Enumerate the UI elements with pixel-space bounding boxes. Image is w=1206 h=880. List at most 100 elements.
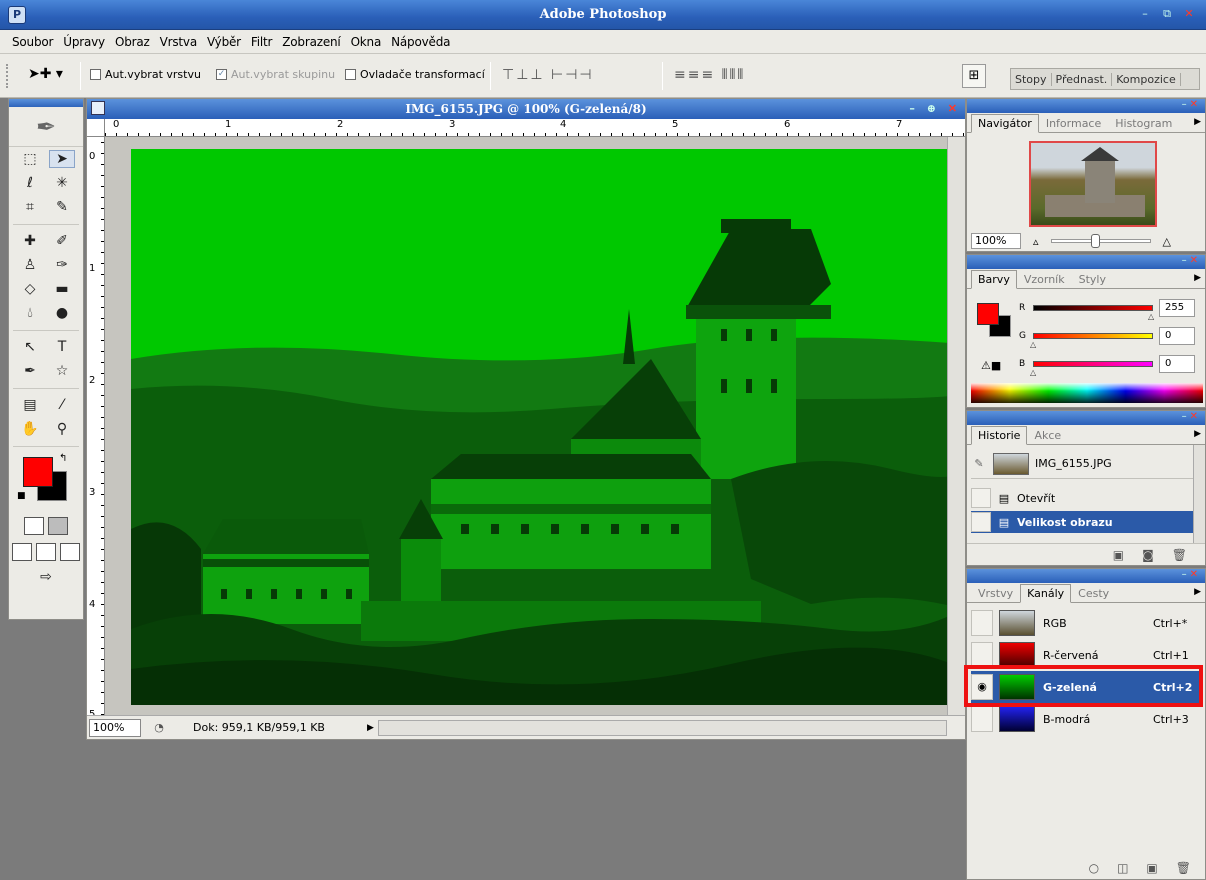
navigator-thumbnail[interactable] (1029, 141, 1157, 227)
new-snapshot-icon[interactable]: ◙ (1142, 548, 1154, 562)
tab-vzornik[interactable]: Vzorník (1017, 270, 1072, 288)
gamut-warning-icon[interactable]: ⚠■ (981, 359, 1001, 372)
tab-navigator[interactable]: Navigátor (971, 114, 1039, 133)
history-state[interactable]: ▤ Otevřít (971, 487, 1199, 509)
shape-tool-icon[interactable]: ☆ (49, 363, 75, 379)
panel-header[interactable]: –✕ (967, 255, 1205, 269)
eyedropper-tool-icon[interactable]: ⁄ (49, 397, 75, 413)
delete-channel-icon[interactable]: 🗑︎ (1176, 861, 1191, 875)
canvas-area[interactable] (105, 137, 963, 715)
panel-minimize-icon[interactable]: – (1182, 99, 1190, 110)
visibility-toggle[interactable] (971, 610, 993, 636)
panel-close-icon[interactable]: ✕ (1190, 411, 1201, 422)
blur-tool-icon[interactable]: 💧︎ (17, 305, 43, 321)
channel-row-green-selected[interactable]: ◉ G-zelená Ctrl+2 (971, 671, 1199, 703)
tab-styly[interactable]: Styly (1072, 270, 1113, 288)
menu-napoveda[interactable]: Nápověda (391, 35, 450, 49)
menu-vrstva[interactable]: Vrstva (160, 35, 198, 49)
panel-close-icon[interactable]: ✕ (1190, 255, 1201, 266)
jump-to-imageready-icon[interactable]: ⇨ (33, 569, 59, 585)
auto-select-layer-checkbox[interactable]: Aut.vybrat vrstvu (90, 68, 201, 81)
tab-barvy[interactable]: Barvy (971, 270, 1017, 289)
blue-value-field[interactable]: 0 (1159, 355, 1195, 373)
panel-header[interactable]: –✕ (967, 99, 1205, 113)
foreground-color-swatch[interactable] (977, 303, 999, 325)
load-channel-as-selection-icon[interactable]: ○ (1089, 861, 1099, 875)
tab-vrstvy[interactable]: Vrstvy (971, 584, 1020, 602)
toolbox-header[interactable] (9, 99, 83, 107)
zoom-tool-icon[interactable]: ⚲ (49, 421, 75, 437)
panel-minimize-icon[interactable]: – (1182, 569, 1190, 580)
zoom-field[interactable]: 100% (89, 718, 141, 737)
distribute-buttons-icon[interactable]: ≡≡≡ ⫴⫴⫴ (674, 67, 745, 83)
tab-kanaly[interactable]: Kanály (1020, 584, 1072, 603)
vertical-ruler[interactable]: 0 1 2 3 4 5 (87, 137, 105, 720)
panel-well-tab-stopy[interactable]: Stopy (1011, 72, 1052, 86)
tab-informace[interactable]: Informace (1039, 114, 1108, 132)
red-value-field[interactable]: 255 (1159, 299, 1195, 317)
save-selection-as-channel-icon[interactable]: ◫ (1117, 861, 1128, 875)
color-spectrum-ramp[interactable] (971, 383, 1203, 403)
doc-close-icon[interactable]: ✕ (948, 102, 961, 115)
history-brush-source-icon[interactable]: ✎ (971, 457, 987, 470)
menu-vyber[interactable]: Výběr (207, 35, 241, 49)
image-canvas[interactable] (131, 149, 963, 705)
menu-okna[interactable]: Okna (351, 35, 382, 49)
restore-icon[interactable]: ⧉ (1158, 6, 1176, 22)
quick-mask-button[interactable] (48, 517, 68, 535)
panel-close-icon[interactable]: ✕ (1190, 99, 1201, 110)
default-colors-icon[interactable]: ■ (17, 491, 26, 501)
slice-tool-icon[interactable]: ✎ (49, 199, 75, 215)
zoom-out-icon[interactable]: ▵ (1033, 235, 1039, 248)
panel-close-icon[interactable]: ✕ (1190, 569, 1201, 580)
slider-triangle-icon[interactable]: △ (1148, 312, 1154, 321)
checkbox-box[interactable] (90, 69, 101, 80)
swap-colors-icon[interactable]: ↰ (59, 453, 67, 464)
green-value-field[interactable]: 0 (1159, 327, 1195, 345)
hand-tool-icon[interactable]: ✋ (17, 421, 43, 437)
history-source-checkbox[interactable] (971, 512, 991, 532)
panel-header[interactable]: –✕ (967, 569, 1205, 583)
transform-controls-checkbox[interactable]: Ovladače transformací (345, 68, 485, 81)
history-brush-tool-icon[interactable]: ✑ (49, 257, 75, 273)
doc-maximize-icon[interactable]: ⊕ (927, 102, 940, 115)
align-buttons-icon[interactable]: ⊤⊥⊥ ⊢⊣⊣ (502, 67, 594, 83)
panel-minimize-icon[interactable]: – (1182, 255, 1190, 266)
clone-stamp-tool-icon[interactable]: ♙ (17, 257, 43, 273)
magic-wand-tool-icon[interactable]: ✳ (49, 175, 75, 191)
menu-soubor[interactable]: Soubor (12, 35, 53, 49)
crop-tool-icon[interactable]: ⌗ (17, 199, 43, 215)
horizontal-ruler[interactable]: 0 1 2 3 4 5 6 7 (105, 119, 965, 137)
tab-akce[interactable]: Akce (1027, 426, 1068, 444)
tab-histogram[interactable]: Histogram (1108, 114, 1179, 132)
panel-well-tab-kompozice[interactable]: Kompozice (1112, 72, 1181, 86)
history-snapshot[interactable]: ✎ IMG_6155.JPG (971, 449, 1199, 479)
screen-mode-full-button[interactable] (60, 543, 80, 561)
history-scrollbar[interactable] (1193, 445, 1205, 543)
panel-menu-icon[interactable]: ▶ (1194, 587, 1201, 597)
channel-row-blue[interactable]: B-modrá Ctrl+3 (971, 703, 1199, 735)
slider-knob[interactable] (1090, 234, 1100, 248)
new-document-from-state-icon[interactable]: ▣ (1113, 548, 1124, 562)
history-state-selected[interactable]: ▤ Velikost obrazu (971, 511, 1199, 533)
standard-mode-button[interactable] (24, 517, 44, 535)
eye-icon[interactable]: ◉ (971, 674, 993, 700)
lasso-tool-icon[interactable]: ℓ (17, 175, 43, 191)
new-channel-icon[interactable]: ▣ (1146, 861, 1157, 875)
blue-slider[interactable]: △ (1030, 361, 1153, 377)
navigator-zoom-field[interactable]: 100% (971, 233, 1021, 249)
move-tool-icon[interactable]: ➤ (49, 150, 75, 168)
slider-triangle-icon[interactable]: △ (1030, 368, 1036, 377)
menu-filtr[interactable]: Filtr (251, 35, 273, 49)
slider-triangle-icon[interactable]: △ (1030, 340, 1036, 349)
status-info-icon[interactable]: ◔ (149, 721, 169, 734)
red-slider[interactable]: △ (1033, 305, 1154, 321)
checkbox-box[interactable] (345, 69, 356, 80)
move-tool-preset-icon[interactable]: ➤✚ ▾ (28, 66, 63, 82)
zoom-in-icon[interactable]: △ (1163, 235, 1171, 248)
visibility-toggle[interactable] (971, 706, 993, 732)
history-source-checkbox[interactable] (971, 488, 991, 508)
foreground-color-swatch[interactable] (23, 457, 53, 487)
panel-minimize-icon[interactable]: – (1182, 411, 1190, 422)
menu-zobrazeni[interactable]: Zobrazení (282, 35, 340, 49)
